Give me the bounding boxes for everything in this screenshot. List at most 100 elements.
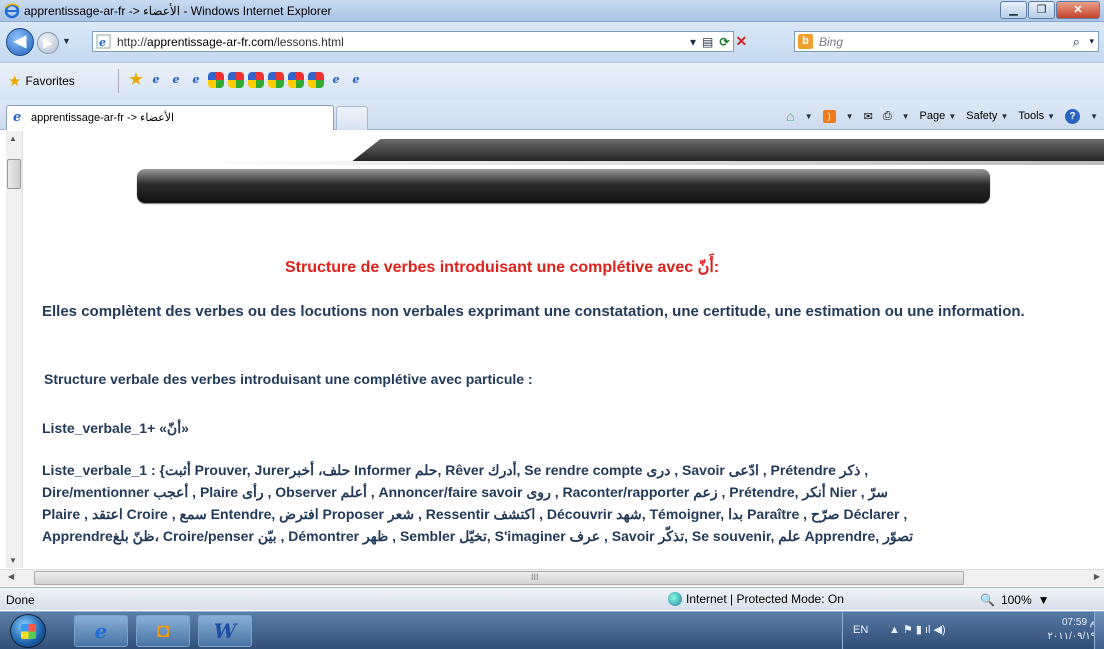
read-mail-icon[interactable]: ✉ bbox=[864, 110, 873, 123]
forward-button[interactable]: ▶ bbox=[37, 32, 59, 54]
system-tray: EN ▲ ⚑ ▮ ıl ◀) م 07:59 ٢٠١١/٠٩/١٩ bbox=[842, 612, 1104, 649]
internet-globe-icon bbox=[668, 592, 682, 606]
favorite-ie-link-icon[interactable]: e bbox=[188, 72, 204, 88]
language-indicator[interactable]: EN bbox=[853, 624, 868, 636]
taskbar-media-player-icon[interactable]: ◘ bbox=[136, 615, 190, 647]
search-box[interactable]: b Bing ⌕ ▾ bbox=[794, 31, 1099, 52]
zoom-control[interactable]: 🔍 100% ▼ bbox=[980, 593, 1050, 607]
lesson-heading: Structure de verbes introduisant une com… bbox=[285, 259, 720, 276]
search-options-dropdown-icon[interactable]: ▾ bbox=[1089, 36, 1094, 47]
verb-list-line: Liste_verbale_1 : {أثبت Prouver, Jurerحل… bbox=[42, 462, 869, 478]
zoom-dropdown-icon[interactable]: ▼ bbox=[1038, 593, 1050, 607]
favorite-google-link-icon[interactable] bbox=[268, 72, 284, 88]
tab-label: apprentissage-ar-fr -> الأعضاء bbox=[31, 112, 175, 124]
zoom-level: 100% bbox=[1000, 593, 1032, 607]
verb-list: Liste_verbale_1 : {أثبت Prouver, Jurerحل… bbox=[42, 459, 1084, 547]
tab-ie-icon: e bbox=[13, 110, 22, 125]
tray-icons[interactable]: ▲ ⚑ ▮ ıl ◀) bbox=[889, 623, 946, 636]
favorite-ie-link-icon[interactable]: e bbox=[348, 72, 364, 88]
clock[interactable]: م 07:59 ٢٠١١/٠٩/١٩ bbox=[1047, 616, 1096, 644]
search-icon[interactable]: ⌕ bbox=[1073, 34, 1080, 50]
header-nav-bar bbox=[137, 169, 990, 203]
tab-active[interactable]: e apprentissage-ar-fr -> الأعضاء bbox=[6, 105, 334, 130]
stop-icon[interactable]: ✕ bbox=[735, 33, 747, 50]
favorites-button[interactable]: ★ Favorites bbox=[8, 72, 75, 90]
favorite-ie-link-icon[interactable]: e bbox=[328, 72, 344, 88]
window-title: apprentissage-ar-fr -> الأعضاء - Windows… bbox=[24, 4, 332, 18]
scroll-right-icon[interactable]: ▶ bbox=[1094, 572, 1100, 581]
address-dropdown-icon[interactable]: ▾ bbox=[690, 35, 696, 49]
address-bar[interactable]: e http://apprentissage-ar-fr.com/lessons… bbox=[92, 31, 734, 52]
compatibility-view-icon[interactable]: ▤ bbox=[702, 35, 713, 49]
windows-taskbar: e ◘ W EN ▲ ⚑ ▮ ıl ◀) م 07:59 ٢٠١١/٠٩/١٩ bbox=[0, 611, 1104, 649]
favorite-google-link-icon[interactable] bbox=[208, 72, 224, 88]
favorite-google-link-icon[interactable] bbox=[228, 72, 244, 88]
taskbar-word-icon[interactable]: W bbox=[198, 615, 252, 647]
scroll-down-icon[interactable]: ▼ bbox=[9, 556, 17, 565]
address-toolbar: ◀ ▶ ▼ e http://apprentissage-ar-fr.com/l… bbox=[0, 22, 1104, 62]
vertical-scrollbar[interactable]: ▲ ▼ bbox=[6, 131, 23, 568]
favorite-google-link-icon[interactable] bbox=[308, 72, 324, 88]
back-button[interactable]: ◀ bbox=[6, 28, 34, 56]
print-dropdown-icon[interactable]: ▼ bbox=[902, 112, 910, 121]
refresh-icon[interactable]: ⟳ bbox=[719, 35, 729, 49]
favorite-ie-link-icon[interactable]: e bbox=[148, 72, 164, 88]
scroll-left-icon[interactable]: ◀ bbox=[8, 572, 14, 581]
command-bar: ⌂ ▼ ) ▼ ✉ ⎙ ▼ Page ▼ Safety ▼ Tools ▼ ? … bbox=[786, 108, 1098, 124]
list-formula: Liste_verbale_1+ «أنّ» bbox=[42, 420, 189, 436]
tools-menu[interactable]: Tools ▼ bbox=[1018, 110, 1055, 122]
favorite-google-link-icon[interactable] bbox=[248, 72, 264, 88]
home-dropdown-icon[interactable]: ▼ bbox=[805, 112, 813, 121]
recent-pages-dropdown-icon[interactable]: ▼ bbox=[62, 36, 71, 46]
ie-logo-icon bbox=[4, 3, 20, 19]
help-dropdown-icon[interactable]: ▼ bbox=[1090, 112, 1098, 121]
clock-date: ٢٠١١/٠٩/١٩ bbox=[1047, 631, 1096, 642]
page-menu[interactable]: Page ▼ bbox=[920, 110, 957, 122]
page-icon: e bbox=[96, 34, 111, 49]
security-zone[interactable]: Internet | Protected Mode: On bbox=[668, 592, 844, 606]
horizontal-scroll-thumb[interactable]: III bbox=[34, 571, 964, 585]
scroll-up-icon[interactable]: ▲ bbox=[9, 134, 17, 143]
bing-logo-icon: b bbox=[798, 34, 813, 49]
show-desktop-button[interactable] bbox=[1094, 612, 1104, 649]
favorite-ie-link-icon[interactable]: e bbox=[168, 72, 184, 88]
favorites-links: ★ e e e e e bbox=[128, 72, 364, 88]
url-text[interactable]: http://apprentissage-ar-fr.com/lessons.h… bbox=[117, 35, 344, 49]
header-banner-top bbox=[180, 139, 1104, 165]
feed-dropdown-icon[interactable]: ▼ bbox=[846, 112, 854, 121]
rss-feed-icon[interactable]: ) bbox=[822, 109, 836, 123]
help-icon[interactable]: ? bbox=[1065, 108, 1081, 124]
favorites-bar: ★ Favorites ★ e e e e e bbox=[0, 62, 1104, 100]
taskbar-ie-icon[interactable]: e bbox=[74, 615, 128, 647]
scroll-thumb[interactable] bbox=[7, 159, 21, 189]
home-icon[interactable]: ⌂ bbox=[786, 108, 794, 124]
favorites-separator bbox=[118, 69, 119, 93]
title-bar: apprentissage-ar-fr -> الأعضاء - Windows… bbox=[0, 0, 1104, 22]
tab-bar: e apprentissage-ar-fr -> الأعضاء ⌂ ▼ ) ▼… bbox=[0, 100, 1104, 130]
svg-text:e: e bbox=[99, 36, 106, 49]
add-to-favorites-icon[interactable]: ★ bbox=[128, 72, 144, 88]
status-bar: Done Internet | Protected Mode: On 🔍 100… bbox=[0, 587, 1104, 610]
zone-label: Internet | Protected Mode: On bbox=[686, 592, 844, 606]
verb-list-line: Apprendreظنّ بلغ، Croire/penser بيّن , D… bbox=[42, 528, 914, 544]
clock-time: م 07:59 bbox=[1061, 617, 1096, 628]
favorites-star-icon: ★ bbox=[8, 73, 22, 90]
scroll-grip-icon: III bbox=[531, 572, 539, 582]
horizontal-scrollbar[interactable]: ◀ III ▶ bbox=[0, 569, 1104, 586]
close-button[interactable]: ✕ bbox=[1056, 1, 1100, 19]
safety-menu[interactable]: Safety ▼ bbox=[966, 110, 1008, 122]
header-banner-dark bbox=[350, 139, 1104, 163]
search-placeholder: Bing bbox=[819, 35, 844, 49]
start-button[interactable] bbox=[10, 614, 46, 648]
zoom-icon: 🔍 bbox=[980, 593, 995, 607]
print-icon[interactable]: ⎙ bbox=[883, 110, 892, 123]
verb-list-line: Plaire , اعتقد Croire , سمع Entendre, اف… bbox=[42, 506, 908, 522]
minimize-button[interactable]: ▁ bbox=[1000, 1, 1027, 19]
lesson-intro: Elles complètent des verbes ou des locut… bbox=[42, 303, 1025, 320]
favorite-google-link-icon[interactable] bbox=[288, 72, 304, 88]
maximize-button[interactable]: ❐ bbox=[1028, 1, 1055, 19]
header-banner-line bbox=[180, 161, 1104, 165]
new-tab-button[interactable] bbox=[336, 106, 368, 130]
favorites-label: Favorites bbox=[25, 74, 75, 88]
verb-list-line: Dire/mentionner أعجب , Plaire رأى , Obse… bbox=[42, 484, 888, 500]
